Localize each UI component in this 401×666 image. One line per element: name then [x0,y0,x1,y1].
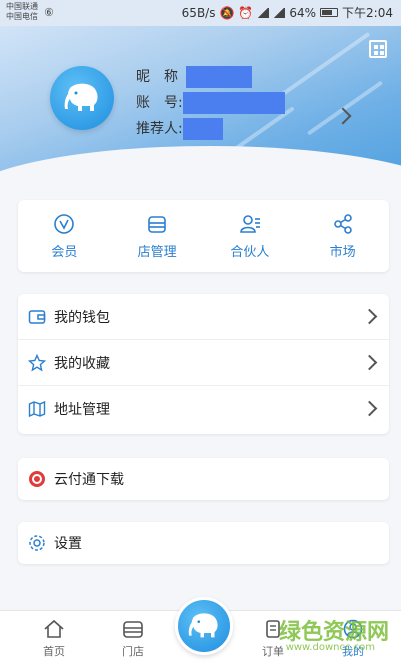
home-icon [44,619,64,638]
battery-icon [320,8,339,17]
gear-icon [28,534,46,552]
network-icon: ⑥ [44,6,54,19]
menu-list: 我的钱包 我的收藏 地址管理 [18,294,389,434]
settings-card[interactable]: 设置 [18,522,389,564]
watermark-url: www.downcc.com [285,642,375,653]
star-icon [28,353,46,372]
nav-label: 首页 [43,645,65,658]
account-row: 账 号: [136,90,285,116]
shortcut-vip[interactable]: 会员 [18,200,111,272]
menu-item-wallet[interactable]: 我的钱包 [18,294,389,340]
shortcut-label: 会员 [51,244,78,260]
referrer-row: 推荐人: [136,116,285,142]
shortcut-store-management[interactable]: 店管理 [111,200,204,272]
shortcut-label: 市场 [329,244,356,260]
menu-label: 云付通下载 [54,472,124,488]
shortcut-partner[interactable]: 合伙人 [204,200,297,272]
mute-icon: 🔕 [219,5,235,20]
network-speed: 65B/s [181,5,216,20]
qr-code-icon[interactable] [369,40,387,58]
level-badge-icon [138,152,158,172]
carrier-info: 中国联通 中国电信 [6,2,38,22]
nickname-mask [186,66,252,88]
elephant-icon [64,83,98,111]
clock: 下午2:04 [342,6,393,20]
nav-label: 门店 [122,645,144,658]
elephant-icon [188,613,218,638]
shortcut-label: 合伙人 [230,244,270,260]
vip-icon [53,213,75,235]
shortcut-panel: 会员 店管理 合伙人 市场 [18,200,389,272]
center-home-button[interactable] [175,597,233,655]
decor-streak [269,31,371,105]
store-icon [123,621,143,638]
menu-item-favorites[interactable]: 我的收藏 [18,340,389,386]
profile-header[interactable]: 昵 称 账 号: 推荐人: [0,26,401,186]
shortcut-label: 店管理 [137,244,177,260]
avatar[interactable] [50,66,114,130]
signal-icon-1 [257,7,270,18]
carrier-1: 中国联通 [6,2,38,11]
download-card[interactable]: 云付通下载 [18,458,389,500]
profile-info: 昵 称 账 号: 推荐人: [136,64,285,142]
wallet-icon [28,308,46,326]
status-bar: 中国联通 中国电信 ⑥ 65B/s 🔕 ⏰ 64% 下午2:04 [0,0,401,26]
nav-home[interactable]: 首页 [24,619,84,659]
battery-percent: 64% [289,5,317,20]
signal-icon-2 [273,7,286,18]
nickname-label: 昵 称 [136,68,178,85]
partner-icon [239,213,261,235]
share-icon [332,213,354,235]
nav-store[interactable]: 门店 [103,619,163,659]
referrer-mask [182,118,223,140]
alarm-icon: ⏰ [238,5,254,20]
menu-item-settings[interactable]: 设置 [18,522,389,564]
chevron-right-icon [361,308,378,325]
yunfutong-logo-icon [28,470,46,488]
map-icon [28,400,46,418]
chevron-right-icon [361,354,378,371]
menu-item-address[interactable]: 地址管理 [18,386,389,432]
store-icon [146,213,168,235]
chevron-right-icon [361,400,378,417]
menu-item-download[interactable]: 云付通下载 [18,458,389,500]
nickname-row: 昵 称 [136,64,285,90]
menu-label: 地址管理 [54,402,110,418]
menu-label: 我的收藏 [54,355,110,372]
decor-streak [306,80,384,136]
menu-label: 设置 [54,536,82,552]
carrier-2: 中国电信 [6,12,38,21]
menu-label: 我的钱包 [54,309,110,326]
account-mask [182,92,285,114]
referrer-label: 推荐人: [136,120,183,137]
account-label: 账 号: [136,94,183,111]
status-right: 65B/s 🔕 ⏰ 64% 下午2:04 [182,4,393,21]
shortcut-market[interactable]: 市场 [296,200,389,272]
